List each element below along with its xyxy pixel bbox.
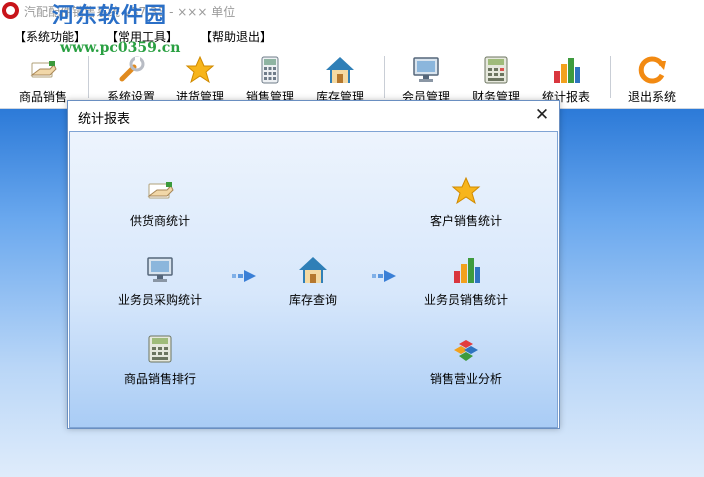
hand-card-icon [30,61,57,78]
monitor-icon [147,257,173,282]
app-logo-icon [2,2,19,19]
hand-card-icon [147,182,174,199]
calculator-icon [148,335,172,363]
toolbar-separator [610,56,611,98]
exit-icon [638,56,666,84]
statistics-report-dialog: 统计报表 ✕ 供货商统计 客户销售统计 业务员采购统计 库存查询 业务员销售统计… [67,100,560,429]
menu-help-exit[interactable]: 【帮助退出】 [200,28,272,45]
toolbar-member-button[interactable]: 会员管理 [391,46,461,106]
cell-label: 业务员销售统计 [423,293,508,307]
cell-label: 销售营业分析 [429,372,502,386]
star-icon [451,176,481,205]
toolbar-finance-button[interactable]: 财务管理 [461,46,531,106]
supplier-stats-button[interactable]: 供货商统计 [90,176,230,236]
house-icon [326,57,354,83]
toolbar-separator [384,56,385,98]
toolbar-reports-button[interactable]: 统计报表 [531,46,601,106]
customer-sales-stats-button[interactable]: 客户销售统计 [396,176,536,236]
monitor-icon [413,57,439,82]
toolbar-label: 退出系统 [627,90,676,104]
cell-label: 供货商统计 [129,214,190,228]
inventory-query-button[interactable]: 库存查询 [243,255,383,315]
bar-chart-icon [454,258,480,283]
bar-chart-icon [554,58,580,83]
dialog-title-bar[interactable]: 统计报表 ✕ [68,101,559,130]
toolbar-exit-button[interactable]: 退出系统 [617,46,687,106]
cell-label: 商品销售排行 [123,372,196,386]
cell-label: 库存查询 [288,293,337,307]
title-bar: 汽配配件销售系统 v37.33 - ××× 单位 河东软件园 [0,0,704,29]
dialog-title: 统计报表 [78,112,131,127]
product-sales-rank-button[interactable]: 商品销售排行 [90,334,230,394]
house-icon [299,257,327,283]
wrench-icon [119,56,145,82]
toolbar-sales-button[interactable]: 销售管理 [235,46,305,106]
toolbar-inventory-button[interactable]: 库存管理 [305,46,375,106]
toolbar-separator [88,56,89,98]
cubes-icon [454,340,478,361]
staff-purchase-stats-button[interactable]: 业务员采购统计 [90,255,230,315]
arrow-right-icon [372,270,396,282]
close-icon[interactable]: ✕ [531,104,553,126]
calculator-icon [261,56,279,84]
cash-register-icon [484,56,508,84]
staff-sales-stats-button[interactable]: 业务员销售统计 [396,255,536,315]
watermark-url: www.pc0359.cn [60,40,181,56]
dialog-body: 供货商统计 客户销售统计 业务员采购统计 库存查询 业务员销售统计 商品销售排行… [69,131,558,428]
star-icon [185,55,215,84]
sales-analysis-button[interactable]: 销售营业分析 [396,334,536,394]
cell-label: 业务员采购统计 [117,293,202,307]
cell-label: 客户销售统计 [429,214,502,228]
